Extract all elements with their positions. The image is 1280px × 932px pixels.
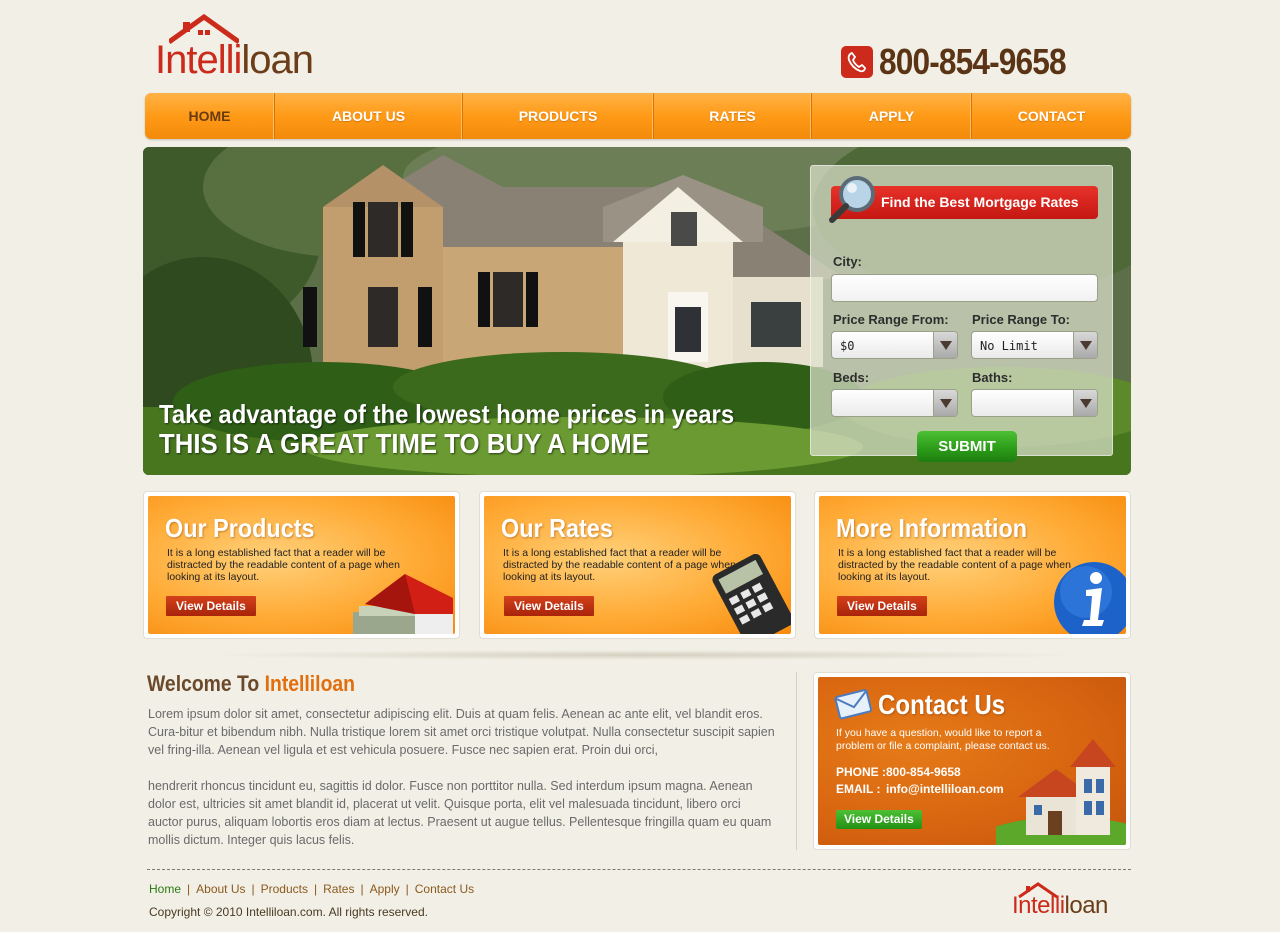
- page: Intelliloan 800-854-9658 HOME ABOUT US P…: [143, 0, 1131, 932]
- submit-button[interactable]: SUBMIT: [917, 431, 1017, 462]
- nav-contact[interactable]: CONTACT: [972, 93, 1131, 139]
- feature-rates: Our Rates It is a long established fact …: [479, 491, 796, 639]
- beds-select[interactable]: [831, 389, 958, 417]
- hero-line2: THIS IS A GREAT TIME TO BUY A HOME: [159, 428, 649, 459]
- nav-products[interactable]: PRODUCTS: [463, 93, 654, 139]
- footer-link-contact-us[interactable]: Contact Us: [415, 882, 474, 896]
- envelope-icon: [834, 689, 873, 720]
- baths-select[interactable]: [971, 389, 1098, 417]
- footer-separator: |: [313, 882, 318, 896]
- chevron-down-icon: [1073, 390, 1097, 416]
- price-from-label: Price Range From:: [833, 312, 949, 327]
- contact-panel: Contact Us If you have a question, would…: [818, 677, 1126, 845]
- nav-home[interactable]: HOME: [145, 93, 275, 139]
- welcome-paragraph-1: Lorem ipsum dolor sit amet, consectetur …: [148, 707, 775, 757]
- phone-value: 800-854-9658: [886, 765, 961, 779]
- beds-label: Beds:: [833, 370, 870, 385]
- phone-label: PHONE :: [836, 765, 887, 779]
- section-shadow: [203, 650, 1083, 660]
- footer-logo-part2: loan: [1064, 892, 1109, 919]
- price-from-select[interactable]: $0: [831, 331, 958, 359]
- nav-rates[interactable]: RATES: [654, 93, 812, 139]
- email-label: EMAIL :: [836, 782, 881, 796]
- footer-separator: |: [251, 882, 255, 896]
- logo[interactable]: Intelliloan: [155, 14, 355, 82]
- footer-link-about-us[interactable]: About Us: [196, 882, 245, 896]
- search-header: Find the Best Mortgage Rates: [829, 176, 1098, 223]
- welcome-prefix: Welcome To: [147, 671, 260, 696]
- chevron-down-icon: [933, 332, 957, 358]
- feature-text: It is a long established fact that a rea…: [838, 547, 1071, 583]
- view-details-button[interactable]: View Details: [504, 596, 594, 616]
- hero-headline: Take advantage of the lowest home prices…: [159, 399, 784, 459]
- feature-products-panel: Our Products It is a long established fa…: [148, 496, 455, 634]
- feature-text: It is a long established fact that a rea…: [503, 547, 736, 583]
- logo-part2: loan: [241, 38, 314, 82]
- welcome-title: Welcome To Intelliloan: [147, 671, 355, 697]
- footer-link-home[interactable]: Home: [149, 882, 181, 896]
- footer-link-rates[interactable]: Rates: [323, 882, 354, 896]
- logo-part1: Intelli: [155, 38, 242, 82]
- feature-title: Our Products: [165, 513, 315, 543]
- price-to-label: Price Range To:: [972, 312, 1071, 327]
- footer-separator: |: [187, 882, 191, 896]
- feature-more-info: More Information It is a long establishe…: [814, 491, 1131, 639]
- phone-icon: [840, 46, 873, 78]
- city-field-wrap: [831, 274, 1098, 302]
- view-details-button[interactable]: View Details: [837, 596, 927, 616]
- hero-banner: Take advantage of the lowest home prices…: [143, 147, 1131, 475]
- feature-title: More Information: [836, 513, 1028, 543]
- city-input[interactable]: [832, 275, 1097, 301]
- footer-link-apply[interactable]: Apply: [370, 882, 400, 896]
- feature-rates-panel: Our Rates It is a long established fact …: [484, 496, 791, 634]
- footer-logo-part1: Intelli: [1012, 892, 1065, 919]
- mortgage-search-form: Find the Best Mortgage Rates City: Price…: [810, 165, 1113, 462]
- hero-line1: Take advantage of the lowest home prices…: [159, 399, 735, 429]
- price-to-select[interactable]: No Limit: [971, 331, 1098, 359]
- main-nav: HOME ABOUT US PRODUCTS RATES APPLY CONTA…: [145, 93, 1131, 139]
- search-title: Find the Best Mortgage Rates: [881, 194, 1079, 210]
- column-divider: [796, 672, 797, 850]
- city-label: City:: [833, 254, 862, 269]
- chevron-down-icon: [1073, 332, 1097, 358]
- calculator-icon: [712, 554, 791, 634]
- contact-title: Contact Us: [878, 689, 1006, 720]
- logo-text: Intelliloan: [155, 38, 314, 82]
- footer-link-products[interactable]: Products: [261, 882, 308, 896]
- footer-nav: Home | About Us | Products | Rates | App…: [149, 882, 474, 896]
- footer-separator: |: [360, 882, 364, 896]
- email-value[interactable]: info@intelliloan.com: [886, 782, 1004, 796]
- info-icon: [1054, 562, 1126, 634]
- welcome-brand: Intelliloan: [264, 671, 355, 696]
- footer-divider: [147, 869, 1131, 870]
- house-illustration-icon: [996, 739, 1126, 845]
- footer-separator: |: [405, 882, 409, 896]
- view-details-button[interactable]: View Details: [166, 596, 256, 616]
- house-money-icon: [353, 574, 453, 634]
- welcome-paragraph-2: hendrerit rhoncus tincidunt eu, sagittis…: [148, 779, 772, 847]
- contact-view-details-button[interactable]: View Details: [836, 810, 922, 829]
- nav-apply[interactable]: APPLY: [812, 93, 972, 139]
- feature-more-info-panel: More Information It is a long establishe…: [819, 496, 1126, 634]
- footer-logo[interactable]: Intelliloan: [1012, 882, 1122, 922]
- header-phone: 800-854-9658: [840, 41, 1091, 82]
- price-from-value: $0: [840, 339, 855, 353]
- magnifier-icon: [829, 176, 875, 223]
- copyright: Copyright © 2010 Intelliloan.com. All ri…: [149, 905, 428, 919]
- chevron-down-icon: [933, 390, 957, 416]
- contact-box: Contact Us If you have a question, would…: [813, 672, 1131, 850]
- phone-number: 800-854-9658: [878, 41, 1067, 82]
- baths-label: Baths:: [972, 370, 1013, 385]
- price-to-value: No Limit: [980, 339, 1038, 353]
- footer-logo-text: Intelliloan: [1012, 892, 1108, 920]
- nav-about-us[interactable]: ABOUT US: [275, 93, 463, 139]
- feature-products: Our Products It is a long established fa…: [143, 491, 460, 639]
- feature-title: Our Rates: [501, 513, 613, 543]
